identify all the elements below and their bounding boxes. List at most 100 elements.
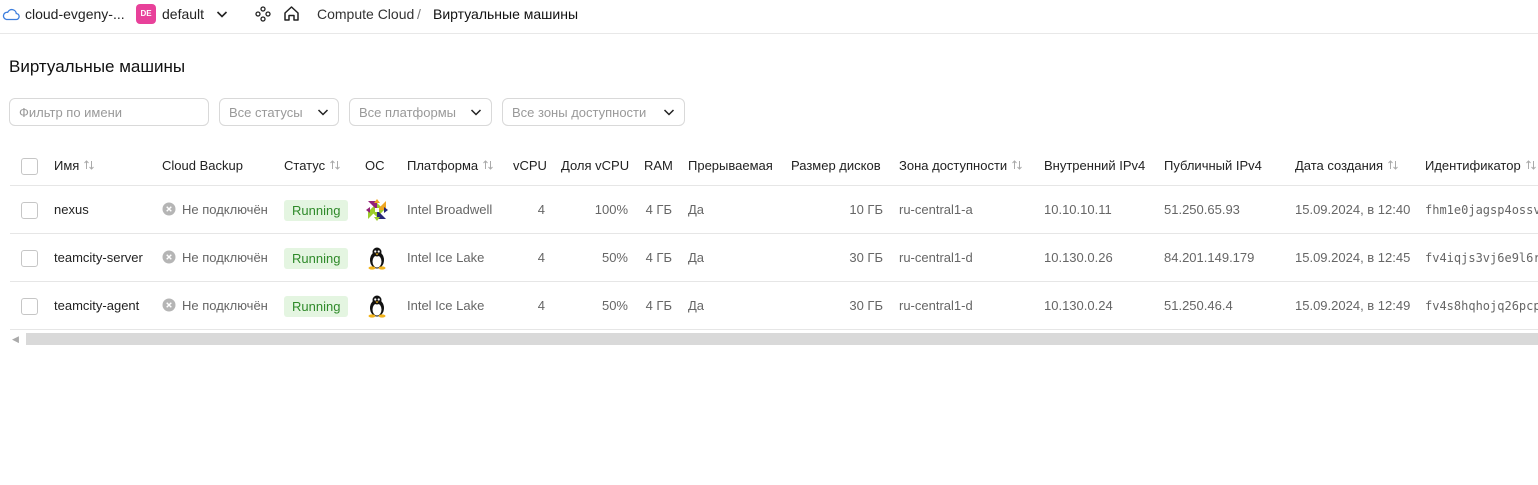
not-connected-icon xyxy=(162,298,176,312)
breadcrumb-separator: / xyxy=(417,6,421,22)
row-checkbox[interactable] xyxy=(21,202,38,219)
table-row[interactable]: teamcity-server Не подключён Running Int… xyxy=(10,234,1538,282)
ip-internal-value: 10.10.10.11 xyxy=(1044,202,1112,217)
zone-value: ru-central1-d xyxy=(899,298,973,313)
platform-value: Intel Broadwell xyxy=(407,202,493,217)
home-icon[interactable] xyxy=(283,5,300,22)
sort-icon[interactable] xyxy=(1011,159,1023,171)
chevron-down-icon xyxy=(317,109,329,116)
backup-status-label: Не подключён xyxy=(182,202,268,217)
sort-icon[interactable] xyxy=(482,159,494,171)
vcpu-value: 4 xyxy=(537,250,545,265)
status-filter-select[interactable]: Все статусы xyxy=(219,98,339,126)
backup-status-label: Не подключён xyxy=(182,250,268,265)
cpu-share-value: 100% xyxy=(594,202,628,217)
vcpu-value: 4 xyxy=(537,202,545,217)
vm-id-value: fv4s8hqhojq26pcp xyxy=(1425,299,1538,313)
ip-public-value: 51.250.65.93 xyxy=(1164,202,1240,217)
chevron-down-icon xyxy=(663,109,675,116)
preemptible-value: Да xyxy=(688,202,705,217)
column-header-platform[interactable]: Платформа xyxy=(407,158,494,173)
breadcrumb-current: Виртуальные машины xyxy=(433,6,579,22)
column-header-preemptible: Прерываемая xyxy=(688,158,773,173)
not-connected-icon xyxy=(162,202,176,216)
column-header-status[interactable]: Статус xyxy=(284,158,341,173)
sort-icon[interactable] xyxy=(329,159,341,171)
folder-avatar: DE xyxy=(136,4,156,24)
folder-selector[interactable]: default xyxy=(162,6,204,22)
ip-internal-value: 10.130.0.24 xyxy=(1044,298,1113,313)
column-header-created[interactable]: Дата создания xyxy=(1295,158,1399,173)
ram-value: 4 ГБ xyxy=(645,202,672,217)
column-header-os: ОС xyxy=(365,158,385,173)
disk-size-value: 30 ГБ xyxy=(849,250,883,265)
name-filter-input[interactable]: Фильтр по имени xyxy=(9,98,209,126)
linux-tux-icon xyxy=(368,247,386,270)
zone-value: ru-central1-d xyxy=(899,250,973,265)
column-header-ip-internal: Внутренний IPv4 xyxy=(1044,158,1146,173)
column-header-ram: RAM xyxy=(644,158,673,173)
breadcrumb-service[interactable]: Compute Cloud xyxy=(317,6,414,22)
created-value: 15.09.2024, в 12:45 xyxy=(1295,250,1411,265)
ram-value: 4 ГБ xyxy=(645,298,672,313)
row-checkbox[interactable] xyxy=(21,298,38,315)
select-all-checkbox[interactable] xyxy=(21,158,38,175)
linux-tux-icon xyxy=(368,295,386,318)
column-header-cpu-share: Доля vCPU xyxy=(561,158,630,173)
table-row[interactable]: teamcity-agent Не подключён Running Inte… xyxy=(10,282,1538,330)
column-header-zone-label: Зона доступности xyxy=(899,158,1008,173)
backup-status: Не подключён xyxy=(162,202,268,217)
status-badge: Running xyxy=(284,248,349,269)
disk-size-value: 30 ГБ xyxy=(849,298,883,313)
status-badge: Running xyxy=(284,200,349,221)
ip-public-value: 84.201.149.179 xyxy=(1164,250,1255,265)
page-title: Виртуальные машины xyxy=(9,57,186,76)
column-header-id[interactable]: Идентификатор xyxy=(1425,158,1537,173)
sort-icon[interactable] xyxy=(1387,159,1399,171)
column-header-name[interactable]: Имя xyxy=(54,158,95,173)
column-header-zone[interactable]: Зона доступности xyxy=(899,158,1023,173)
ram-value: 4 ГБ xyxy=(645,250,672,265)
zone-value: ru-central1-a xyxy=(899,202,973,217)
created-value: 15.09.2024, в 12:49 xyxy=(1295,298,1411,313)
table-row[interactable]: nexus Не подключён Running Intel Broadwe… xyxy=(10,186,1538,234)
scrollbar-thumb[interactable] xyxy=(26,333,1538,345)
status-badge: Running xyxy=(284,296,349,317)
vm-id-value: fhm1e0jagsp4ossv xyxy=(1425,203,1538,217)
top-bar: cloud-evgeny-... DE default Compute Clou… xyxy=(0,0,1538,34)
column-header-disk-size: Размер дисков xyxy=(791,158,881,173)
status-filter-value: Все статусы xyxy=(229,105,303,120)
backup-status: Не подключён xyxy=(162,298,268,313)
table-header: Имя Cloud Backup Статус ОС Платформа vCP… xyxy=(10,145,1538,186)
created-value: 15.09.2024, в 12:40 xyxy=(1295,202,1411,217)
vm-name-link[interactable]: teamcity-server xyxy=(54,250,143,265)
backup-status: Не подключён xyxy=(162,250,268,265)
zone-filter-select[interactable]: Все зоны доступности xyxy=(502,98,685,126)
sort-icon[interactable] xyxy=(1525,159,1537,171)
preemptible-value: Да xyxy=(688,250,705,265)
scroll-left-icon[interactable]: ◀ xyxy=(12,334,19,345)
column-header-vcpu: vCPU xyxy=(513,158,547,173)
chevron-down-icon xyxy=(470,109,482,116)
sort-icon[interactable] xyxy=(83,159,95,171)
zone-filter-value: Все зоны доступности xyxy=(512,105,647,120)
disk-size-value: 10 ГБ xyxy=(849,202,883,217)
vm-name-link[interactable]: teamcity-agent xyxy=(54,298,139,313)
cloud-icon xyxy=(2,8,20,21)
vm-id-value: fv4iqjs3vj6e9l6r xyxy=(1425,251,1538,265)
cloud-selector[interactable]: cloud-evgeny-... xyxy=(25,6,125,22)
column-header-created-label: Дата создания xyxy=(1295,158,1384,173)
name-filter-placeholder: Фильтр по имени xyxy=(19,105,123,120)
services-icon[interactable] xyxy=(255,6,271,22)
platform-filter-select[interactable]: Все платформы xyxy=(349,98,492,126)
horizontal-scrollbar[interactable]: ◀ xyxy=(10,333,1538,345)
vcpu-value: 4 xyxy=(537,298,545,313)
not-connected-icon xyxy=(162,250,176,264)
row-checkbox[interactable] xyxy=(21,250,38,267)
column-header-platform-label: Платформа xyxy=(407,158,479,173)
vm-name-link[interactable]: nexus xyxy=(54,202,89,217)
column-header-status-label: Статус xyxy=(284,158,326,173)
column-header-backup: Cloud Backup xyxy=(162,158,243,173)
ip-public-value: 51.250.46.4 xyxy=(1164,298,1233,313)
chevron-down-icon[interactable] xyxy=(215,7,229,21)
